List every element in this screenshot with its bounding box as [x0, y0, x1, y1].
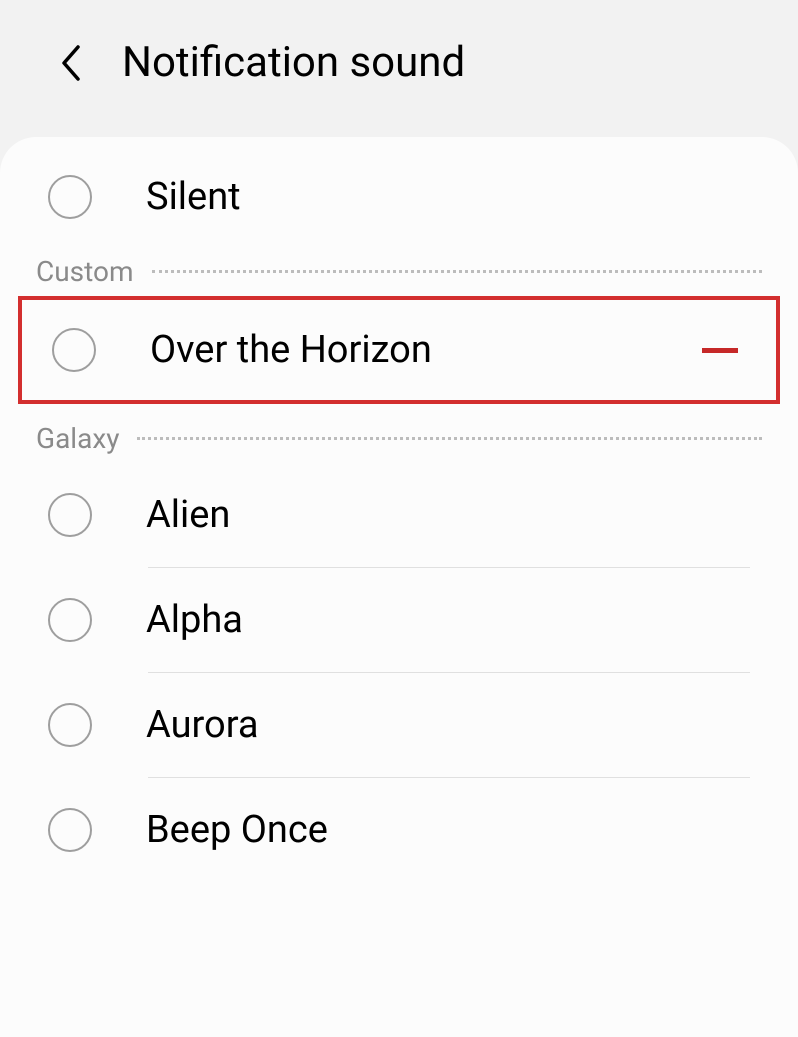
section-label: Galaxy	[36, 422, 119, 455]
item-label: Alpha	[146, 598, 750, 642]
radio-icon	[48, 598, 92, 642]
radio-icon	[48, 493, 92, 537]
header: Notification sound	[0, 0, 798, 137]
sound-item-beep-once[interactable]: Beep Once	[0, 778, 798, 882]
radio-icon	[52, 328, 96, 372]
section-header-galaxy: Galaxy	[0, 414, 798, 463]
divider-dotted	[137, 437, 762, 440]
item-label: Beep Once	[146, 808, 750, 852]
sound-item-aurora[interactable]: Aurora	[0, 673, 798, 777]
item-label: Over the Horizon	[150, 328, 702, 372]
divider-dotted	[152, 270, 762, 273]
back-icon[interactable]	[56, 41, 84, 85]
radio-icon	[48, 703, 92, 747]
item-label: Alien	[146, 493, 750, 537]
section-label: Custom	[36, 255, 134, 288]
item-label: Aurora	[146, 703, 750, 747]
item-label: Silent	[146, 175, 750, 219]
radio-icon	[48, 175, 92, 219]
sound-item-alien[interactable]: Alien	[0, 463, 798, 567]
radio-icon	[48, 808, 92, 852]
page-title: Notification sound	[122, 38, 465, 87]
sound-item-alpha[interactable]: Alpha	[0, 568, 798, 672]
section-header-custom: Custom	[0, 247, 798, 296]
content-panel: Silent Custom Over the Horizon Galaxy Al…	[0, 137, 798, 1037]
remove-icon[interactable]	[702, 348, 738, 353]
sound-item-over-the-horizon[interactable]: Over the Horizon	[18, 296, 780, 404]
sound-item-silent[interactable]: Silent	[0, 147, 798, 247]
